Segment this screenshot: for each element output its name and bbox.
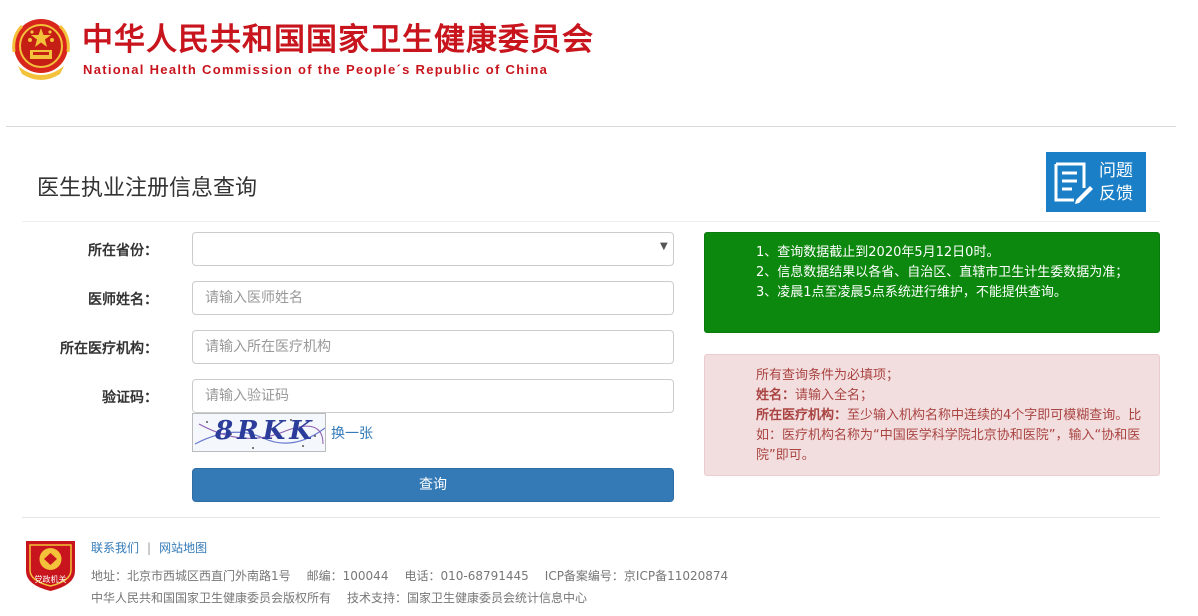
feedback-label-line2: 反馈 <box>1099 184 1133 204</box>
requirement-line: 所有查询条件为必填项； <box>756 368 900 383</box>
party-government-badge-icon: 党政机关 <box>26 541 75 591</box>
notice-line: 1、查询数据截止到2020年5月12日0时。 <box>756 245 1000 260</box>
captcha-image[interactable]: 8RKK <box>192 413 326 452</box>
site-title-en: National Health Commission of the People… <box>83 62 549 77</box>
footer-link-separator: | <box>147 541 152 555</box>
institution-label: 所在医疗机构： <box>60 341 158 357</box>
doctor-name-label: 医师姓名： <box>88 292 158 308</box>
province-label: 所在省份： <box>88 243 158 259</box>
notice-info-box: 1、查询数据截止到2020年5月12日0时。 2、信息数据结果以各省、自治区、直… <box>704 232 1160 333</box>
footer-divider <box>22 517 1160 518</box>
page-title: 医生执业注册信息查询 <box>37 176 258 201</box>
captcha-label: 验证码： <box>102 390 158 406</box>
requirement-key: 姓名： <box>756 388 796 403</box>
footer-phone: 电话：010-68791445 <box>404 569 529 583</box>
site-title-cn: 中华人民共和国国家卫生健康委员会 <box>82 22 594 58</box>
title-divider <box>22 221 1160 222</box>
doctor-name-input[interactable] <box>192 281 674 315</box>
feedback-label-line1: 问题 <box>1099 161 1133 181</box>
contact-us-link[interactable]: 联系我们 <box>91 541 139 555</box>
badge-text: 党政机关 <box>35 574 67 584</box>
site-header: 中华人民共和国国家卫生健康委员会 National Health Commiss… <box>6 16 689 82</box>
footer-postcode: 邮编：100044 <box>306 569 389 583</box>
notice-requirements-box: 所有查询条件为必填项； 姓名：请输入全名； 所在医疗机构：至少输入机构名称中连续… <box>704 354 1160 476</box>
query-button[interactable]: 查询 <box>192 468 674 502</box>
refresh-captcha-link[interactable]: 换一张 <box>331 423 373 443</box>
footer-links: 联系我们 | 网站地图 <box>91 539 207 556</box>
footer-contact-info: 地址：北京市西城区西直门外南路1号 邮编：100044 电话：010-6879144… <box>91 567 728 584</box>
requirement-line: 所在医疗机构：至少输入机构名称中连续的4个字即可模糊查询。比如：医疗机构名称为“… <box>756 406 1145 466</box>
footer-address: 地址：北京市西城区西直门外南路1号 <box>91 569 291 583</box>
requirement-key: 所在医疗机构： <box>756 408 848 423</box>
notice-line: 3、凌晨1点至凌晨5点系统进行维护，不能提供查询。 <box>756 285 1067 300</box>
province-select[interactable] <box>192 232 674 266</box>
footer-copyright-info: 中华人民共和国国家卫生健康委员会版权所有 技术支持：国家卫生健康委员会统计信息中心 <box>91 589 587 606</box>
requirement-text: 请输入全名； <box>795 388 874 403</box>
feedback-button[interactable]: 问题 反馈 <box>1046 152 1146 212</box>
notice-line: 2、信息数据结果以各省、自治区、直辖市卫生计生委数据为准； <box>756 265 1129 280</box>
sitemap-link[interactable]: 网站地图 <box>159 541 207 555</box>
requirement-line: 姓名：请输入全名； <box>756 386 1145 406</box>
footer-icp: ICP备案编号：京ICP备11020874 <box>544 569 729 583</box>
feedback-icon <box>1054 162 1093 204</box>
national-emblem-icon <box>12 19 70 80</box>
header-divider <box>6 126 1176 127</box>
footer-copyright: 中华人民共和国国家卫生健康委员会版权所有 <box>91 591 332 605</box>
captcha-text: 8RKK <box>215 416 316 446</box>
footer-support: 技术支持：国家卫生健康委员会统计信息中心 <box>347 591 588 605</box>
captcha-input[interactable] <box>192 379 674 413</box>
institution-input[interactable] <box>192 330 674 364</box>
